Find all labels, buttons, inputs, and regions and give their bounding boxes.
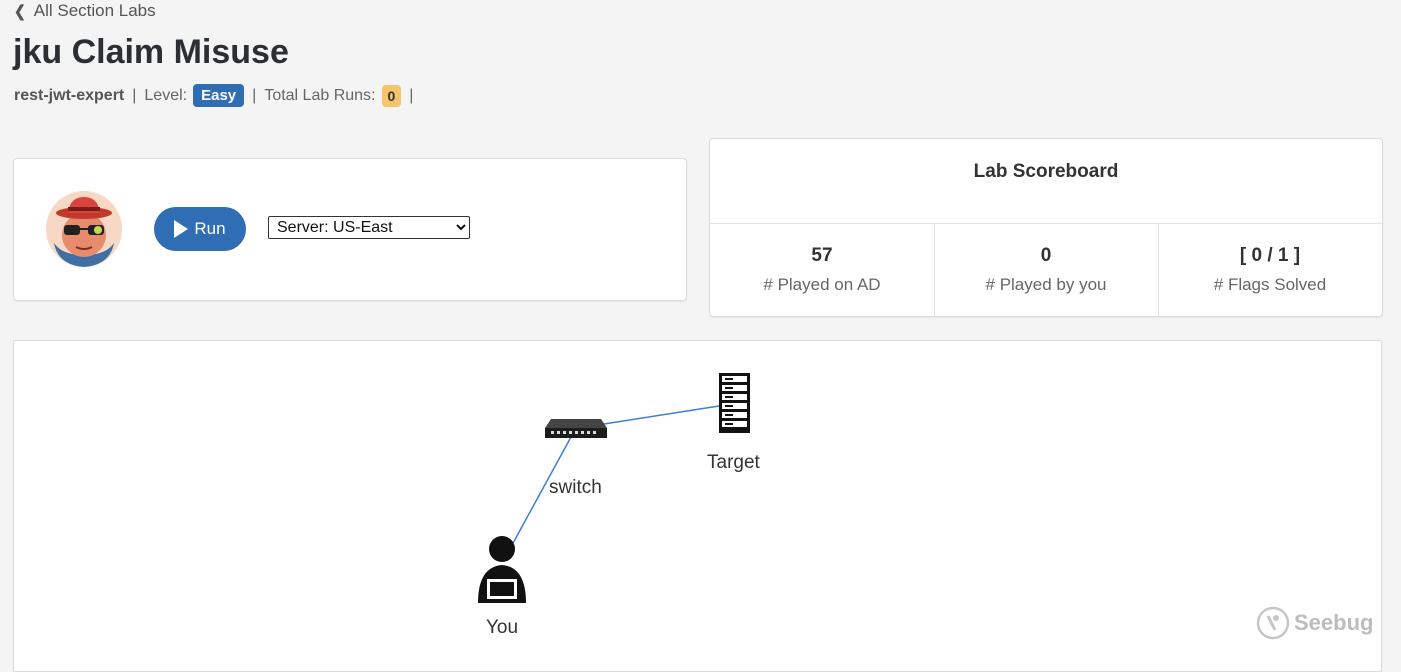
level-label: Level: (144, 86, 188, 104)
watermark-text: Seebug (1294, 610, 1374, 635)
total-runs-badge: 0 (381, 84, 402, 107)
user-laptop-icon[interactable] (478, 536, 526, 603)
play-icon (174, 220, 189, 238)
stat-played-on-ad: 57 # Played on AD (710, 224, 935, 316)
node-label-you: You (486, 617, 519, 638)
run-panel: Run Server: US-East (13, 158, 687, 301)
node-label-target: Target (707, 452, 760, 473)
total-runs-label: Total Lab Runs: (264, 86, 376, 104)
stat-played-by-you: 0 # Played by you (934, 224, 1159, 316)
scoreboard-title: Lab Scoreboard (973, 161, 1119, 182)
link-switch-target (603, 405, 720, 425)
seebug-watermark: Seebug (1256, 606, 1373, 640)
topology-diagram (478, 373, 750, 603)
server-rack-icon[interactable] (719, 373, 750, 433)
lab-meta: rest-jwt-expert | Level: Easy | Total La… (14, 84, 417, 107)
back-link-label: All Section Labs (33, 1, 156, 20)
run-button-label: Run (194, 219, 226, 238)
switch-icon[interactable] (545, 419, 607, 438)
level-badge: Easy (193, 84, 245, 107)
node-label-switch: switch (549, 477, 602, 498)
stat-value: 0 (1040, 245, 1052, 266)
stat-flags-solved: [ 0 / 1 ] # Flags Solved (1158, 224, 1382, 316)
lab-scoreboard: Lab Scoreboard 57 # Played on AD 0 # Pla… (709, 138, 1383, 317)
lab-author: rest-jwt-expert (14, 86, 125, 104)
stat-label: # Played by you (985, 275, 1107, 294)
stat-value: 57 (811, 245, 833, 266)
network-topology[interactable]: switch Target You (13, 340, 1382, 672)
separator: | (252, 86, 257, 104)
seebug-logo-icon (1256, 606, 1290, 640)
server-select[interactable]: Server: US-East (268, 216, 470, 239)
separator: | (409, 86, 414, 104)
stat-label: # Flags Solved (1213, 275, 1327, 294)
stat-value: [ 0 / 1 ] (1239, 245, 1301, 266)
separator: | (132, 86, 137, 104)
run-button[interactable]: Run (154, 207, 246, 251)
back-to-section-labs-link[interactable]: ❮ All Section Labs (14, 1, 156, 21)
page-title: jku Claim Misuse (13, 33, 289, 71)
hacker-avatar (46, 191, 122, 267)
stat-label: # Played on AD (763, 275, 881, 294)
chevron-left-icon: ❮ (14, 1, 26, 20)
